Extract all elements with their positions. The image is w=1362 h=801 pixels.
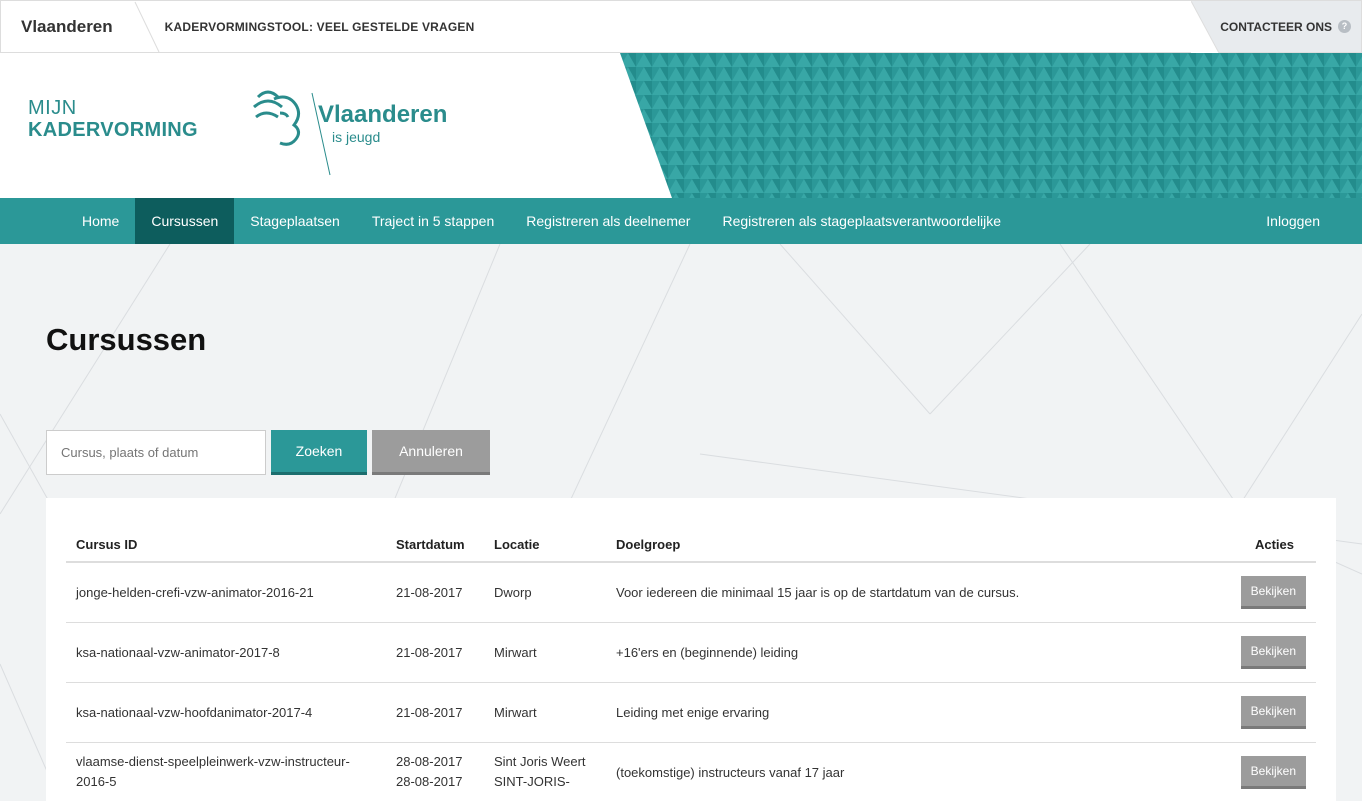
- search-input[interactable]: [46, 430, 266, 475]
- nav-home[interactable]: Home: [66, 198, 135, 244]
- nav-stageplaatsen[interactable]: Stageplaatsen: [234, 198, 356, 244]
- site-header: MIJN KADERVORMING Vlaanderen is jeugd: [0, 53, 1362, 198]
- col-header-id[interactable]: Cursus ID: [66, 528, 386, 563]
- view-button[interactable]: Bekijken: [1240, 575, 1306, 609]
- nav-traject[interactable]: Traject in 5 stappen: [356, 198, 510, 244]
- nav-cursussen[interactable]: Cursussen: [135, 198, 235, 244]
- cell-location: Mirwart: [484, 622, 606, 683]
- courses-panel: Cursus ID Startdatum Locatie Doelgroep A…: [46, 498, 1336, 801]
- tagline: is jeugd: [332, 129, 381, 145]
- cell-course-id: ksa-nationaal-vzw-hoofdanimator-2017-4: [66, 682, 386, 743]
- table-row: ksa-nationaal-vzw-hoofdanimator-2017-4 2…: [66, 682, 1316, 743]
- view-button[interactable]: Bekijken: [1240, 695, 1306, 729]
- search-form: Zoeken Annuleren: [46, 430, 490, 475]
- top-bar: Vlaanderen KADERVORMINGSTOOL: VEEL GESTE…: [0, 0, 1362, 53]
- table-row: ksa-nationaal-vzw-animator-2017-8 21-08-…: [66, 622, 1316, 683]
- nav-register-internship[interactable]: Registreren als stageplaatsverantwoordel…: [706, 198, 1017, 244]
- cell-start-date: 21-08-2017: [386, 622, 484, 683]
- cell-start-date: 21-08-2017: [386, 562, 484, 623]
- tool-title[interactable]: KADERVORMINGSTOOL: VEEL GESTELDE VRAGEN: [161, 1, 475, 52]
- courses-table: Cursus ID Startdatum Locatie Doelgroep A…: [66, 528, 1316, 801]
- logo-line2: KADERVORMING: [28, 119, 198, 141]
- view-button[interactable]: Bekijken: [1240, 635, 1306, 669]
- logo-line1: MIJN: [28, 97, 77, 119]
- view-button[interactable]: Bekijken: [1240, 755, 1306, 789]
- vlaanderen-logo-text: Vlaanderen: [318, 101, 448, 128]
- brand-link[interactable]: Vlaanderen: [1, 1, 133, 52]
- cell-target-group: +16'ers en (beginnende) leiding: [606, 622, 1216, 683]
- cell-location: Dworp: [484, 562, 606, 623]
- start-date: 28-08-2017: [396, 754, 463, 769]
- cell-location: Mirwart: [484, 682, 606, 743]
- cell-target-group: (toekomstige) instructeurs vanaf 17 jaar: [606, 742, 1216, 801]
- cell-course-id: vlaamse-dienst-speelpleinwerk-vzw-instru…: [66, 742, 386, 801]
- col-header-date[interactable]: Startdatum: [386, 528, 484, 563]
- triangle-pattern-icon: [620, 53, 1362, 198]
- table-row: jonge-helden-crefi-vzw-animator-2016-21 …: [66, 562, 1316, 623]
- cancel-button[interactable]: Annuleren: [372, 430, 490, 475]
- contact-button[interactable]: CONTACTEER ONS ?: [1191, 1, 1361, 53]
- cell-actions: Bekijken: [1216, 742, 1316, 801]
- cell-actions: Bekijken: [1216, 682, 1316, 743]
- cell-course-id: ksa-nationaal-vzw-animator-2017-8: [66, 622, 386, 683]
- page-title: Cursussen: [46, 322, 207, 357]
- table-header-row: Cursus ID Startdatum Locatie Doelgroep A…: [66, 528, 1316, 563]
- help-icon[interactable]: ?: [1338, 20, 1351, 33]
- nav-register-participant[interactable]: Registreren als deelnemer: [510, 198, 706, 244]
- search-button[interactable]: Zoeken: [271, 430, 367, 475]
- slash-icon: [134, 1, 160, 53]
- cell-location: Sint Joris Weert SINT-JORIS-: [484, 742, 606, 801]
- divider-slash: [133, 1, 161, 53]
- flemish-lion-icon: [253, 90, 331, 176]
- login-link[interactable]: Inloggen: [1250, 198, 1362, 244]
- col-header-location[interactable]: Locatie: [484, 528, 606, 563]
- contact-slash-icon: [1191, 1, 1220, 53]
- cell-start-date: 21-08-2017: [386, 682, 484, 743]
- cell-course-id: jonge-helden-crefi-vzw-animator-2016-21: [66, 562, 386, 623]
- start-date-2: 28-08-2017: [396, 774, 463, 789]
- location-1: Sint Joris Weert: [494, 754, 586, 769]
- cell-target-group: Leiding met enige ervaring: [606, 682, 1216, 743]
- mijn-kadervorming-logo[interactable]: MIJN KADERVORMING: [28, 97, 198, 141]
- main-nav: Home Cursussen Stageplaatsen Traject in …: [0, 198, 1362, 244]
- location-2: SINT-JORIS-: [494, 774, 570, 789]
- col-header-actions: Acties: [1216, 528, 1316, 563]
- contact-label: CONTACTEER ONS: [1220, 19, 1332, 34]
- table-row: vlaamse-dienst-speelpleinwerk-vzw-instru…: [66, 742, 1316, 801]
- col-header-target[interactable]: Doelgroep: [606, 528, 1216, 563]
- cell-start-date: 28-08-2017 28-08-2017: [386, 742, 484, 801]
- cell-target-group: Voor iedereen die minimaal 15 jaar is op…: [606, 562, 1216, 623]
- main-content: Cursussen Zoeken Annuleren Cursus ID Sta…: [0, 244, 1362, 801]
- cell-actions: Bekijken: [1216, 622, 1316, 683]
- cell-actions: Bekijken: [1216, 562, 1316, 623]
